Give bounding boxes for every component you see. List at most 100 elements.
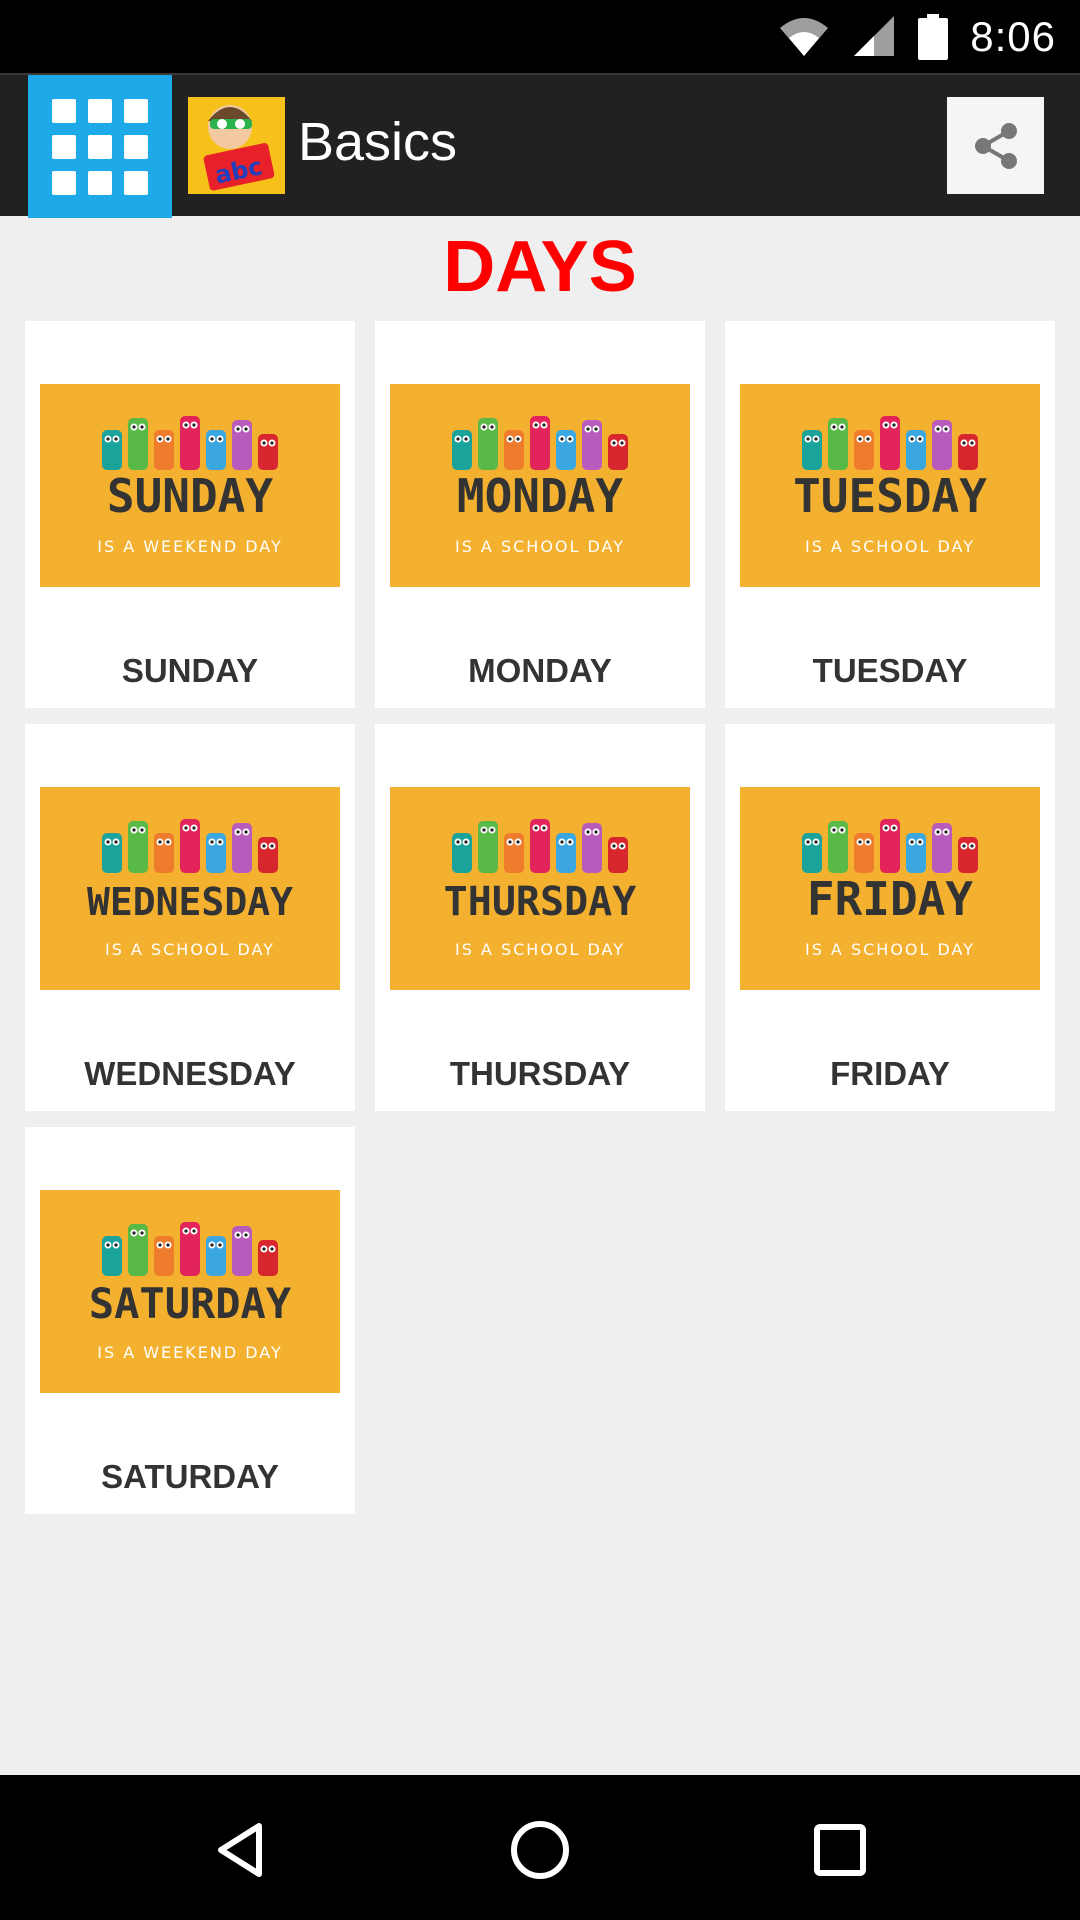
- day-card-wednesday[interactable]: WEDNESDAY IS A SCHOOL DAY WEDNESDAY: [25, 724, 355, 1111]
- grid-menu-button[interactable]: [28, 75, 172, 218]
- monster-pupil: [166, 840, 170, 844]
- monster-pupil: [858, 840, 862, 844]
- monster-pupil: [534, 423, 538, 427]
- monster-figure: [102, 1236, 122, 1276]
- monster-pupil: [166, 437, 170, 441]
- monster-pupil: [184, 423, 188, 427]
- monster-pupil: [620, 441, 624, 445]
- monster-figure: [452, 833, 472, 873]
- monster-pupil: [970, 844, 974, 848]
- svg-text:SUNDAY: SUNDAY: [107, 469, 273, 523]
- monster-pupil: [210, 840, 214, 844]
- monster-figure: [452, 430, 472, 470]
- monster-pupil: [858, 437, 862, 441]
- back-icon: [218, 1823, 262, 1877]
- monster-figure: [154, 1236, 174, 1276]
- home-button[interactable]: [495, 1805, 585, 1895]
- day-label: WEDNESDAY: [84, 1055, 296, 1092]
- monster-pupil: [158, 1243, 162, 1247]
- monster-pupil: [262, 844, 266, 848]
- home-icon: [511, 1821, 569, 1879]
- navigation-bar: [0, 1775, 1080, 1920]
- status-time: 8:06: [970, 13, 1056, 60]
- monster-pupil: [612, 441, 616, 445]
- monster-pupil: [132, 425, 136, 429]
- monster-pupil: [918, 840, 922, 844]
- monster-pupil: [158, 840, 162, 844]
- day-label: FRIDAY: [830, 1055, 950, 1092]
- monster-figure: [258, 837, 278, 873]
- monster-figure: [958, 837, 978, 873]
- monster-pupil: [560, 437, 564, 441]
- day-label: SUNDAY: [121, 652, 259, 689]
- day-card-thursday[interactable]: THURSDAY IS A SCHOOL DAY THURSDAY: [375, 724, 705, 1111]
- monster-pupil: [970, 441, 974, 445]
- monster-figure: [608, 434, 628, 470]
- grid-menu-icon: [52, 98, 148, 195]
- status-icons: 8:06: [778, 10, 1056, 64]
- cell-signal-icon: [854, 16, 895, 56]
- monster-pupil: [806, 840, 810, 844]
- monster-pupil: [244, 830, 248, 834]
- monster-pupil: [218, 1243, 222, 1247]
- monster-figure: [504, 430, 524, 470]
- monster-pupil: [192, 1229, 196, 1233]
- recents-button[interactable]: [795, 1805, 885, 1895]
- svg-text:IS A SCHOOL DAY: IS A SCHOOL DAY: [105, 940, 275, 959]
- monster-pupil: [236, 427, 240, 431]
- monster-figure: [854, 833, 874, 873]
- monster-pupil: [944, 427, 948, 431]
- status-bar: 8:06: [0, 0, 1080, 73]
- share-button[interactable]: [947, 97, 1044, 194]
- day-image: TUESDAY IS A SCHOOL DAY: [740, 384, 1040, 587]
- day-label: MONDAY: [468, 652, 612, 689]
- monster-pupil: [464, 840, 468, 844]
- monster-pupil: [158, 437, 162, 441]
- day-card-sunday[interactable]: SUNDAY IS A WEEKEND DAY SUNDAY: [25, 321, 355, 708]
- monster-pupil: [832, 828, 836, 832]
- monster-pupil: [262, 1247, 266, 1251]
- day-card-tuesday[interactable]: TUESDAY IS A SCHOOL DAY TUESDAY: [725, 321, 1055, 708]
- monster-pupil: [516, 840, 520, 844]
- monster-pupil: [508, 437, 512, 441]
- monster-figure: [556, 430, 576, 470]
- monster-pupil: [192, 423, 196, 427]
- monster-pupil: [482, 828, 486, 832]
- day-card-saturday[interactable]: SATURDAY IS A WEEKEND DAY SATURDAY: [25, 1127, 355, 1514]
- monster-pupil: [814, 437, 818, 441]
- monster-pupil: [132, 1231, 136, 1235]
- monster-figure: [906, 833, 926, 873]
- svg-text:IS A WEEKEND DAY: IS A WEEKEND DAY: [97, 1343, 283, 1362]
- monster-pupil: [114, 1243, 118, 1247]
- page-heading: DAYS: [443, 227, 637, 307]
- svg-text:MONDAY: MONDAY: [457, 469, 623, 523]
- wifi-icon: [780, 18, 829, 56]
- monster-pupil: [184, 1229, 188, 1233]
- monster-pupil: [482, 425, 486, 429]
- monster-pupil: [832, 425, 836, 429]
- monster-pupil: [568, 437, 572, 441]
- monster-pupil: [594, 830, 598, 834]
- day-card-monday[interactable]: MONDAY IS A SCHOOL DAY MONDAY: [375, 321, 705, 708]
- back-button[interactable]: [196, 1805, 286, 1895]
- monster-pupil: [568, 840, 572, 844]
- monster-pupil: [210, 437, 214, 441]
- day-image: WEDNESDAY IS A SCHOOL DAY: [40, 787, 340, 990]
- svg-text:FRIDAY: FRIDAY: [807, 872, 973, 926]
- day-card-friday[interactable]: FRIDAY IS A SCHOOL DAY FRIDAY: [725, 724, 1055, 1111]
- app-toolbar: abc Basics: [0, 73, 1080, 218]
- day-image: SUNDAY IS A WEEKEND DAY: [40, 384, 340, 587]
- monster-pupil: [464, 437, 468, 441]
- monster-pupil: [918, 437, 922, 441]
- share-icon: [974, 122, 1017, 169]
- monster-pupil: [140, 1231, 144, 1235]
- monster-pupil: [270, 844, 274, 848]
- monster-pupil: [814, 840, 818, 844]
- app-title: Basics: [298, 112, 458, 172]
- day-image: FRIDAY IS A SCHOOL DAY: [740, 787, 1040, 990]
- monster-pupil: [594, 427, 598, 431]
- svg-text:IS A WEEKEND DAY: IS A WEEKEND DAY: [97, 537, 283, 556]
- monster-pupil: [218, 437, 222, 441]
- monster-pupil: [106, 840, 110, 844]
- svg-text:THURSDAY: THURSDAY: [444, 879, 637, 925]
